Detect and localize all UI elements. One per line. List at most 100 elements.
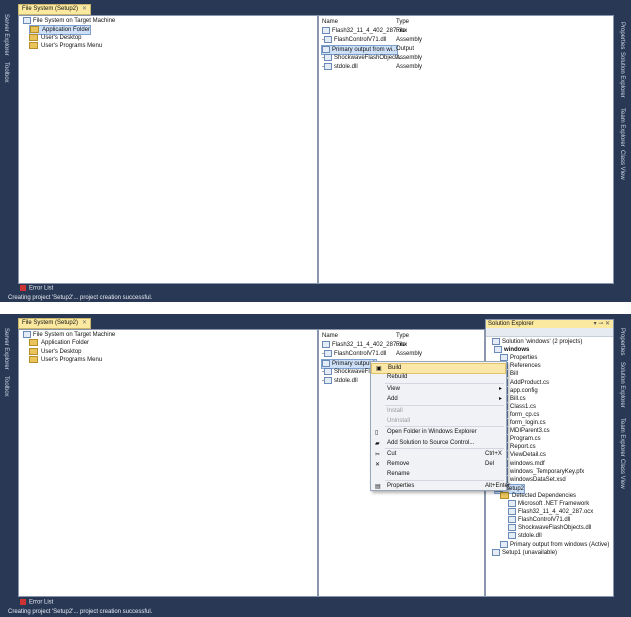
file-row[interactable]: - ShockwaveFlashObjects... bbox=[322, 54, 405, 62]
solution-explorer-tab[interactable]: Solution Explorer bbox=[619, 52, 625, 98]
solution-tree-item[interactable]: Solution 'windows' (2 projects) bbox=[492, 338, 582, 346]
file-list-pane: Name Type Flash32_11_4_402_287.ocx File -… bbox=[318, 15, 614, 284]
tree-users-programs-menu[interactable]: User's Programs Menu bbox=[29, 42, 102, 50]
team-explorer-tab[interactable]: Team Explorer bbox=[619, 418, 625, 457]
menu-item-add[interactable]: Add ▸ bbox=[371, 395, 506, 404]
column-header-name[interactable]: Name bbox=[322, 18, 338, 26]
error-list-icon bbox=[20, 599, 26, 605]
menu-item-rename[interactable]: Rename bbox=[371, 470, 506, 479]
menu-item-properties[interactable]: ▤ Properties Alt+Enter bbox=[371, 482, 510, 491]
menu-item-cut[interactable]: ✂ Cut Ctrl+X bbox=[371, 450, 506, 459]
properties-tab[interactable]: Properties bbox=[619, 328, 625, 355]
status-bar-text: Creating project 'Setup2'... project cre… bbox=[8, 609, 153, 615]
menu-item-label: Uninstall bbox=[387, 418, 411, 424]
solution-tree-item[interactable]: AddProduct.cs bbox=[500, 378, 549, 387]
server-explorer-tab[interactable]: Server Explorer bbox=[3, 14, 9, 56]
column-header-type[interactable]: Type bbox=[396, 332, 409, 340]
toolbox-tab[interactable]: Toolbox bbox=[3, 376, 9, 397]
tree-item-icon bbox=[500, 491, 509, 499]
tab-file-system[interactable]: File System (Setup2) ✕ bbox=[18, 318, 92, 329]
submenu-arrow-icon: ▸ bbox=[498, 396, 502, 402]
solution-tree-item[interactable]: windows bbox=[494, 346, 529, 354]
close-icon[interactable]: ✕ bbox=[82, 320, 87, 326]
tab-file-system[interactable]: File System (Setup2) ✕ bbox=[18, 4, 92, 15]
menu-item-label: Add bbox=[387, 396, 398, 402]
column-header-name[interactable]: Name bbox=[322, 332, 338, 340]
menu-separator bbox=[385, 480, 504, 481]
tree-item-icon bbox=[508, 516, 516, 524]
solution-tree-item[interactable]: windows_TemporaryKey.pfx bbox=[500, 467, 584, 476]
machine-icon bbox=[23, 331, 31, 338]
menu-item-label: Cut bbox=[387, 451, 397, 457]
solution-tree-item[interactable]: Flash32_11_4_402_287.ocx bbox=[508, 508, 593, 516]
folder-icon bbox=[29, 356, 38, 363]
submenu-arrow-icon: ▸ bbox=[498, 386, 502, 392]
file-icon bbox=[322, 341, 330, 348]
menu-item-add-solution-to-source-control[interactable]: ▰ Add Solution to Source Control... bbox=[371, 439, 506, 448]
error-list-tab[interactable]: Error List bbox=[20, 599, 53, 606]
folder-icon bbox=[29, 348, 38, 355]
file-row[interactable]: - stdole.dll bbox=[322, 377, 358, 385]
menu-item-install: Install bbox=[371, 407, 506, 416]
menu-shortcut: Ctrl+X bbox=[485, 451, 502, 457]
file-type: Assembly bbox=[396, 351, 423, 357]
tree-root[interactable]: File System on Target Machine bbox=[23, 17, 115, 25]
assembly-icon bbox=[324, 377, 332, 384]
file-type: File bbox=[396, 342, 406, 348]
solution-tree-item[interactable]: Primary output from windows (Active) bbox=[500, 540, 609, 549]
tree-users-desktop[interactable]: User's Desktop bbox=[29, 348, 82, 356]
menu-separator bbox=[385, 405, 504, 406]
error-list-tab[interactable]: Error List bbox=[20, 285, 53, 292]
file-row[interactable]: - FlashControlV71.dll bbox=[322, 350, 386, 358]
properties-tab[interactable]: Properties bbox=[619, 22, 625, 49]
tree-users-programs-menu[interactable]: User's Programs Menu bbox=[29, 356, 102, 364]
class-view-tab[interactable]: Class View bbox=[619, 150, 625, 180]
assembly-icon bbox=[324, 368, 332, 375]
menu-item-open-folder-in-windows-explorer[interactable]: ▯ Open Folder in Windows Explorer bbox=[371, 428, 506, 437]
menu-item-label: Open Folder in Windows Explorer bbox=[387, 429, 477, 435]
menu-item-label: Install bbox=[387, 408, 403, 414]
pin-close-icons[interactable]: ▾ ⊸ ✕ bbox=[594, 320, 610, 328]
tab-label: File System (Setup2) bbox=[22, 6, 79, 12]
tree-application-folder[interactable]: Application Folder bbox=[29, 339, 89, 347]
file-system-tree-pane: File System on Target Machine Applicatio… bbox=[18, 15, 318, 284]
assembly-icon bbox=[324, 54, 332, 61]
team-explorer-tab[interactable]: Team Explorer bbox=[619, 108, 625, 147]
solution-explorer-tab[interactable]: Solution Explorer bbox=[619, 362, 625, 408]
status-bar-text: Creating project 'Setup2'... project cre… bbox=[8, 295, 153, 301]
close-icon[interactable]: ✕ bbox=[82, 6, 87, 12]
solution-tree-item[interactable]: MDIParent3.cs bbox=[500, 427, 550, 435]
toolbox-tab[interactable]: Toolbox bbox=[3, 62, 9, 83]
tree-item-icon bbox=[508, 508, 516, 516]
solution-tree-item[interactable]: Microsoft .NET Framework bbox=[508, 500, 589, 508]
column-header-type[interactable]: Type bbox=[396, 18, 409, 26]
tree-root[interactable]: File System on Target Machine bbox=[23, 331, 115, 339]
menu-item-rebuild[interactable]: Rebuild bbox=[371, 373, 506, 382]
server-explorer-tab[interactable]: Server Explorer bbox=[3, 328, 9, 370]
context-menu: ▣ Build Rebuild View ▸ Add ▸ Install Uninstall ▯ O… bbox=[370, 361, 510, 491]
solution-tree-item[interactable]: Detected Dependencies bbox=[500, 491, 576, 500]
solution-tree-item[interactable]: stdole.dll bbox=[508, 532, 542, 540]
solution-tree-item[interactable]: Setup1 (unavailable) bbox=[492, 548, 557, 557]
solution-tree-item[interactable]: ShockwaveFlashObjects.dll bbox=[508, 524, 591, 532]
solution-explorer-toolbar[interactable] bbox=[486, 328, 613, 337]
file-row[interactable]: - stdole.dll bbox=[322, 63, 358, 71]
file-row[interactable]: Flash32_11_4_402_287.ocx bbox=[322, 27, 407, 35]
file-system-tree-pane: File System on Target Machine Applicatio… bbox=[18, 329, 318, 597]
menu-item-label: Properties bbox=[387, 483, 415, 489]
folder-icon bbox=[30, 26, 39, 33]
menu-item-view[interactable]: View ▸ bbox=[371, 385, 506, 394]
menu-item-label: View bbox=[387, 386, 400, 392]
assembly-icon bbox=[324, 350, 332, 357]
folder-icon bbox=[29, 339, 38, 346]
menu-item-remove[interactable]: ✕ Remove Del bbox=[371, 460, 506, 469]
machine-icon bbox=[23, 17, 31, 24]
class-view-tab[interactable]: Class View bbox=[619, 459, 625, 489]
left-tool-strip: Server Explorer Toolbox bbox=[0, 0, 14, 302]
file-row[interactable]: - FlashControlV71.dll bbox=[322, 36, 386, 44]
tree-users-desktop[interactable]: User's Desktop bbox=[29, 34, 82, 42]
file-row[interactable]: Flash32_11_4_402_287.ocx bbox=[322, 341, 407, 349]
output-icon bbox=[322, 46, 330, 53]
tree-item-icon bbox=[492, 548, 500, 556]
solution-tree-item[interactable]: FlashControlV71.dll bbox=[508, 516, 570, 524]
